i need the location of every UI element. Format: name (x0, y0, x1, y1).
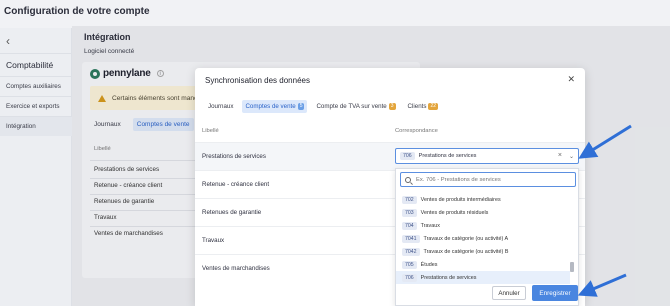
account-code-chip: 7041 (402, 234, 420, 243)
account-code-chip: 702 (402, 195, 417, 204)
tab-label: Comptes de vente (245, 103, 296, 110)
back-button[interactable]: ‹ (0, 28, 72, 54)
column-header-correspondance: Correspondance (395, 128, 438, 134)
cancel-button[interactable]: Annuler (492, 286, 526, 300)
sidebar-item-exercice-exports[interactable]: Exercice et exports (0, 96, 72, 116)
sidebar: ‹ Comptabilité Comptes auxiliaires Exerc… (0, 28, 72, 306)
count-badge: 22 (428, 103, 439, 110)
list-item[interactable]: 704 Travaux (396, 219, 570, 232)
account-select[interactable]: 706 Prestations de services × ⌄ (395, 148, 579, 164)
close-icon[interactable]: ✕ (567, 74, 575, 85)
count-badge: 3 (388, 103, 396, 110)
modal-title: Synchronisation des données (205, 76, 310, 85)
option-label: Ventes de produits résiduels (420, 209, 489, 216)
account-code-chip: 705 (402, 260, 417, 269)
list-item[interactable]: 705 Études (396, 258, 570, 271)
list-item[interactable]: 703 Ventes de produits résiduels (396, 206, 570, 219)
tab-comptes-de-vente[interactable]: Comptes de vente 5 (242, 100, 308, 113)
account-code-chip: 703 (402, 208, 417, 217)
clear-icon[interactable]: × (558, 152, 562, 159)
row-label: Retenue - créance client (202, 181, 270, 188)
row-label: Retenues de garantie (202, 209, 262, 216)
modal-tabs: Journaux Comptes de vente 5 Compte de TV… (205, 100, 441, 113)
option-label: Travaux (420, 222, 440, 229)
dropdown-search[interactable] (400, 172, 576, 187)
account-code-chip: 706 (400, 152, 415, 160)
list-item[interactable]: 7042 Travaux de catégorie (ou activité) … (396, 245, 570, 258)
tab-compte-tva[interactable]: Compte de TVA sur vente 3 (313, 100, 398, 113)
tab-label: Clients (407, 103, 427, 110)
option-label: Ventes de produits intermédiaires (420, 196, 501, 203)
tab-clients[interactable]: Clients 22 (405, 100, 441, 113)
search-input[interactable] (416, 176, 566, 183)
list-item-selected[interactable]: 706 Prestations de services (396, 271, 570, 284)
chevron-left-icon: ‹ (6, 33, 10, 48)
option-label: Études (420, 261, 438, 268)
sync-modal: Synchronisation des données ✕ Journaux C… (195, 68, 585, 306)
list-item[interactable]: 702 Ventes de produits intermédiaires (396, 193, 570, 206)
chevron-down-icon[interactable]: ⌄ (569, 153, 574, 160)
account-code-chip: 7042 (402, 247, 420, 256)
sidebar-item-integration[interactable]: Intégration (0, 116, 72, 136)
row-label: Travaux (202, 237, 225, 244)
tab-journaux[interactable]: Journaux (205, 100, 236, 113)
sidebar-item-label: Intégration (6, 123, 36, 130)
search-icon (405, 176, 411, 183)
sidebar-heading: Comptabilité (6, 60, 54, 70)
option-label: Prestations de services (420, 274, 477, 281)
option-label: Travaux de catégorie (ou activité) B (423, 248, 509, 255)
selected-value: Prestations de services (418, 153, 477, 159)
tab-label: Compte de TVA sur vente (316, 103, 387, 110)
sidebar-item-label: Exercice et exports (6, 103, 60, 110)
account-code-chip: 704 (402, 221, 417, 230)
top-bar: Configuration de votre compte (0, 0, 670, 26)
count-badge: 5 (297, 103, 305, 110)
scrollbar-thumb[interactable] (570, 262, 574, 272)
tab-label: Journaux (208, 103, 234, 110)
sidebar-item-label: Comptes auxiliaires (6, 83, 61, 90)
list-item[interactable]: 7041 Travaux de catégorie (ou activité) … (396, 232, 570, 245)
option-label: Travaux de catégorie (ou activité) A (423, 235, 509, 242)
account-code-chip: 706 (402, 273, 417, 282)
row-label: Prestations de services (202, 153, 266, 160)
sidebar-item-comptes-auxiliaires[interactable]: Comptes auxiliaires (0, 76, 72, 96)
column-header-libelle: Libellé (202, 128, 219, 134)
page-title: Configuration de votre compte (4, 6, 150, 17)
row-label: Ventes de marchandises (202, 265, 270, 272)
save-button[interactable]: Enregistrer (532, 285, 578, 301)
